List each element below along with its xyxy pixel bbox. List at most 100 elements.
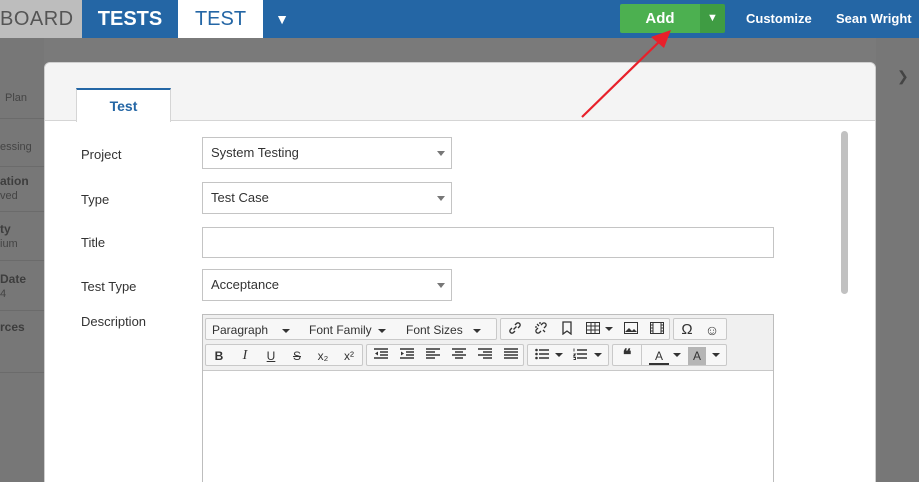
chevron-down-icon: ▼ bbox=[275, 11, 289, 27]
underline-button[interactable]: U bbox=[261, 347, 281, 365]
special-character-button[interactable]: Ω bbox=[677, 321, 697, 339]
chevron-down-icon[interactable] bbox=[712, 353, 720, 357]
description-editor: Paragraph Font Family Font Sizes Ω ☺ B I… bbox=[202, 314, 774, 482]
test-type-label: Test Type bbox=[81, 279, 137, 294]
type-select-value: Test Case bbox=[211, 190, 269, 205]
editor-toolbar: Paragraph Font Family Font Sizes Ω ☺ B I… bbox=[203, 315, 773, 371]
emoticon-button[interactable]: ☺ bbox=[702, 321, 722, 339]
add-button[interactable]: Add bbox=[620, 4, 700, 33]
chevron-down-icon bbox=[377, 328, 386, 333]
smiley-icon: ☺ bbox=[704, 322, 720, 338]
align-left-icon bbox=[426, 348, 440, 359]
title-input[interactable] bbox=[202, 227, 774, 258]
background-label: rces bbox=[0, 320, 25, 334]
special-chars-group: Ω ☺ bbox=[673, 318, 727, 340]
chevron-right-icon[interactable]: ❯ bbox=[897, 68, 909, 85]
type-label: Type bbox=[81, 192, 110, 207]
background-label: ty bbox=[0, 222, 11, 236]
add-dropdown-button[interactable]: ▼ bbox=[700, 4, 725, 33]
tabs-more-dropdown[interactable]: ▼ bbox=[263, 0, 301, 38]
outdent-button[interactable] bbox=[371, 347, 391, 365]
unlink-button[interactable] bbox=[531, 321, 551, 339]
user-menu[interactable]: Sean Wright bbox=[836, 0, 912, 38]
omega-icon: Ω bbox=[681, 321, 693, 338]
project-select[interactable]: System Testing bbox=[202, 137, 452, 169]
background-color-button[interactable]: A bbox=[688, 347, 706, 365]
chevron-down-icon[interactable] bbox=[594, 353, 602, 357]
align-center-button[interactable] bbox=[449, 347, 469, 365]
unlink-icon bbox=[535, 322, 547, 334]
numbered-list-icon bbox=[572, 348, 587, 360]
font-color-button[interactable]: A bbox=[649, 347, 669, 365]
divider bbox=[0, 118, 44, 119]
align-right-icon bbox=[478, 348, 492, 359]
align-justify-icon bbox=[504, 348, 518, 359]
table-icon bbox=[586, 322, 600, 334]
project-select-value: System Testing bbox=[211, 145, 299, 160]
insert-group bbox=[500, 318, 670, 340]
strikethrough-button[interactable]: S bbox=[287, 347, 307, 365]
format-dropdown-group: Paragraph Font Family Font Sizes bbox=[205, 318, 497, 340]
bold-button[interactable]: B bbox=[209, 347, 229, 365]
bullet-list-icon bbox=[535, 348, 549, 360]
add-test-modal: Test Project System Testing Type Test Ca… bbox=[44, 62, 876, 482]
chevron-down-icon bbox=[437, 196, 445, 201]
color-group: ❝ A A bbox=[612, 344, 727, 366]
align-left-button[interactable] bbox=[423, 347, 443, 365]
background-label: ved bbox=[0, 190, 18, 202]
indent-button[interactable] bbox=[397, 347, 417, 365]
subscript-button[interactable]: x₂ bbox=[313, 347, 333, 365]
test-type-select-value: Acceptance bbox=[211, 277, 279, 292]
font-family-dropdown[interactable]: Font Family bbox=[309, 321, 386, 339]
align-center-icon bbox=[452, 348, 466, 359]
background-right-panel bbox=[876, 38, 919, 482]
italic-button[interactable]: I bbox=[235, 347, 255, 365]
chevron-down-icon[interactable] bbox=[605, 327, 613, 331]
chevron-down-icon[interactable] bbox=[673, 353, 681, 357]
tab-tests[interactable]: TESTS bbox=[82, 0, 178, 38]
anchor-button[interactable] bbox=[557, 321, 577, 339]
font-family-label: Font Family bbox=[309, 323, 372, 337]
font-size-dropdown[interactable]: Font Sizes bbox=[406, 321, 481, 339]
bullet-list-button[interactable] bbox=[532, 347, 552, 365]
background-label: ation bbox=[0, 174, 29, 188]
numbered-list-button[interactable] bbox=[570, 347, 590, 365]
customize-link[interactable]: Customize bbox=[746, 0, 812, 38]
chevron-down-icon[interactable] bbox=[555, 353, 563, 357]
superscript-button[interactable]: x² bbox=[339, 347, 359, 365]
tab-test-active[interactable]: TEST bbox=[178, 0, 263, 38]
divider bbox=[0, 372, 44, 373]
background-side-panel: Plan essing ation ved ty ium Date 4 rces bbox=[0, 38, 44, 482]
quote-icon: ❝ bbox=[622, 347, 632, 364]
description-editor-content[interactable] bbox=[203, 372, 773, 482]
tab-test-form[interactable]: Test bbox=[76, 88, 171, 122]
modal-header: Test bbox=[45, 63, 875, 122]
link-button[interactable] bbox=[505, 321, 525, 339]
tab-board[interactable]: BOARD bbox=[0, 0, 82, 38]
test-type-select[interactable]: Acceptance bbox=[202, 269, 452, 301]
bookmark-icon bbox=[562, 321, 572, 336]
align-justify-button[interactable] bbox=[501, 347, 521, 365]
project-label: Project bbox=[81, 147, 122, 162]
divider bbox=[0, 166, 44, 167]
background-label: ium bbox=[0, 238, 18, 250]
modal-scrollbar[interactable] bbox=[841, 131, 848, 294]
background-label: Plan bbox=[5, 92, 28, 104]
divider bbox=[0, 211, 44, 212]
description-label: Description bbox=[81, 314, 147, 329]
divider bbox=[641, 345, 642, 365]
media-button[interactable] bbox=[647, 321, 667, 339]
font-size-label: Font Sizes bbox=[406, 323, 463, 337]
type-select[interactable]: Test Case bbox=[202, 182, 452, 214]
paragraph-format-label: Paragraph bbox=[212, 323, 269, 337]
image-button[interactable] bbox=[621, 321, 641, 339]
align-right-button[interactable] bbox=[475, 347, 495, 365]
background-label: 4 bbox=[0, 288, 7, 300]
list-group bbox=[527, 344, 609, 366]
blockquote-button[interactable]: ❝ bbox=[617, 347, 637, 365]
image-icon bbox=[624, 322, 638, 334]
table-button[interactable] bbox=[583, 321, 603, 339]
divider bbox=[0, 260, 44, 261]
paragraph-format-dropdown[interactable]: Paragraph bbox=[212, 321, 291, 339]
chevron-down-icon bbox=[472, 328, 481, 333]
